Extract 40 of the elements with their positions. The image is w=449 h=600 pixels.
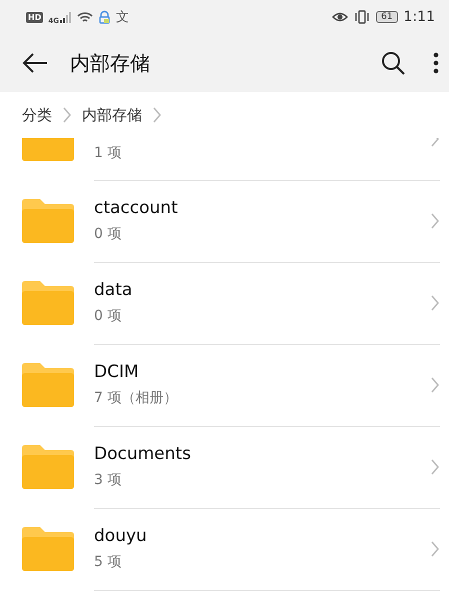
signal-icon (60, 12, 72, 22)
clock: 1:11 (404, 9, 435, 25)
more-button[interactable] (433, 52, 439, 74)
item-count: 5 项 (94, 553, 122, 571)
folder-row[interactable]: ctaccount 0 项 (0, 180, 449, 262)
item-count: 7 项（相册） (94, 389, 178, 407)
app-notification: 文 (116, 9, 129, 26)
folder-icon (22, 198, 74, 244)
folder-name: Documents (94, 444, 192, 464)
back-arrow-icon (22, 53, 48, 73)
vibrate-icon (354, 10, 370, 24)
lock-icon (98, 10, 111, 24)
item-count: 1 项 (94, 144, 122, 162)
breadcrumb-link[interactable]: 内部存储 (82, 106, 142, 124)
hd-indicator: HD (26, 12, 44, 22)
item-count: 3 项 (94, 471, 122, 489)
search-icon (381, 51, 405, 75)
search-button[interactable] (381, 51, 405, 75)
folder-row[interactable]: data 0 项 (0, 262, 449, 344)
folder-name: douyu (94, 526, 148, 546)
folder-name: ctaccount (94, 198, 179, 218)
wifi-icon (76, 11, 93, 23)
folder-row[interactable]: douyu 5 项 (0, 508, 449, 590)
folder-row[interactable]: 1 项 (0, 138, 449, 180)
page-title: 内部存储 (70, 50, 150, 76)
folder-icon (22, 526, 74, 572)
item-count: 0 项 (94, 225, 122, 243)
folder-row[interactable]: DCIM 7 项（相册） (0, 344, 449, 426)
folder-name: DCIM (94, 362, 140, 382)
breadcrumb-link[interactable]: 分类 (22, 106, 52, 124)
more-icon (433, 52, 439, 74)
eye-icon (332, 11, 348, 23)
folder-icon (22, 280, 74, 326)
battery-level: 61 (376, 11, 398, 23)
item-count: 0 项 (94, 307, 122, 325)
back-button[interactable] (22, 53, 48, 73)
folder-name: data (94, 280, 134, 300)
folder-row[interactable]: Documents 3 项 (0, 426, 449, 508)
folder-icon (22, 444, 74, 490)
folder-icon (22, 362, 74, 408)
